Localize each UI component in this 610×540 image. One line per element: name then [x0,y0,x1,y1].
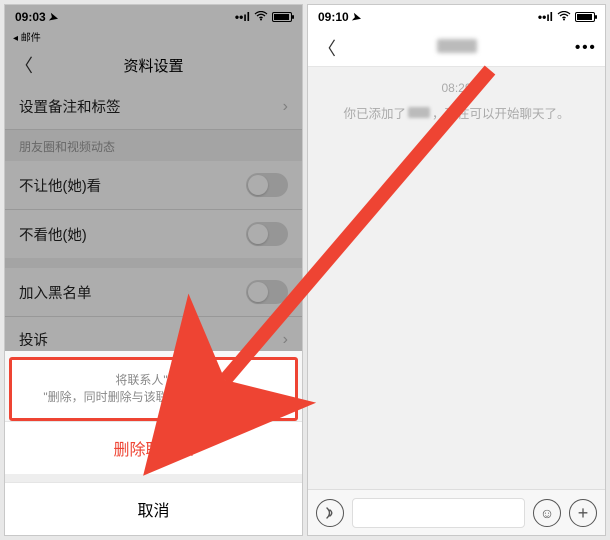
cell-signal-icon: ••ıl [235,10,250,24]
chevron-right-icon: › [283,331,288,349]
back-icon[interactable]: 〈 [318,35,338,61]
chat-text-input[interactable] [352,498,525,528]
phone-left-profile-settings: 09:03 ➤ ••ıl ◂ 邮件 〈 资料设置 设置备注和标签 › 朋友圈和视… [4,4,303,536]
row-hide-their-moments: 不看他(她) [5,210,302,258]
phone-right-chat: 09:10 ➤ ••ıl 〈 ••• 08:29 你已添加了 ，现在可以开始聊天… [307,4,606,536]
toggle-blacklist[interactable] [246,280,288,304]
chat-input-bar: ☺ + [308,489,605,535]
toggle-hide-their[interactable] [246,222,288,246]
wifi-icon [254,10,268,24]
redacted-name [408,107,430,118]
status-bar: 09:03 ➤ ••ıl [5,5,302,29]
status-time: 09:03 [15,10,46,24]
sheet-message-highlight: 将联系人" "删除，同时删除与该联系人的聊天记录。 [9,357,298,421]
toggle-hide-my[interactable] [246,173,288,197]
row-notes-and-tags[interactable]: 设置备注和标签 › [5,84,302,130]
more-icon[interactable]: ••• [575,39,595,56]
sys-msg-prefix: 你已添加了 [343,103,406,122]
row-label: 加入黑名单 [19,282,246,303]
row-blacklist: 加入黑名单 [5,268,302,317]
chat-timestamp: 08:29 [308,81,605,95]
sheet-msg-suffix: "删除，同时删除与该联系人的聊天记录。 [43,389,263,406]
redacted-name [437,39,477,53]
back-to-mail-link[interactable]: ◂ 邮件 [5,29,302,46]
battery-icon [272,12,292,22]
row-label: 不看他(她) [19,224,246,245]
location-icon: ➤ [350,10,362,25]
chat-title [338,39,575,57]
wifi-icon [557,10,571,24]
sheet-message: 将联系人" "删除，同时删除与该联系人的聊天记录。 [12,360,295,418]
emoji-icon[interactable]: ☺ [533,499,561,527]
nav-bar: 〈 ••• [308,29,605,67]
battery-icon [575,12,595,22]
chat-body: 08:29 你已添加了 ，现在可以开始聊天了。 [308,67,605,489]
back-icon[interactable]: 〈 [15,52,35,78]
section-moments-header: 朋友圈和视频动态 [5,130,302,161]
status-time: 09:10 [318,10,349,24]
sheet-msg-prefix: 将联系人" [115,372,167,389]
row-hide-my-moments: 不让他(她)看 [5,161,302,210]
sheet-cancel-button[interactable]: 取消 [5,482,302,535]
row-label: 投诉 [19,329,283,350]
location-icon: ➤ [47,10,59,25]
nav-bar: 〈 资料设置 [5,46,302,84]
page-title: 资料设置 [35,55,272,76]
system-message: 你已添加了 ，现在可以开始聊天了。 [323,103,589,122]
status-bar: 09:10 ➤ ••ıl [308,5,605,29]
plus-icon[interactable]: + [569,499,597,527]
row-label: 设置备注和标签 [19,96,283,117]
sys-msg-suffix: ，现在可以开始聊天了。 [432,103,570,122]
voice-input-icon[interactable] [316,499,344,527]
delete-action-sheet: 将联系人" "删除，同时删除与该联系人的聊天记录。 删除联系人 取消 [5,351,302,535]
chevron-right-icon: › [283,98,288,116]
redacted-name [169,375,191,386]
cell-signal-icon: ••ıl [538,10,553,24]
row-label: 不让他(她)看 [19,175,246,196]
sheet-delete-contact-button[interactable]: 删除联系人 [5,421,302,474]
